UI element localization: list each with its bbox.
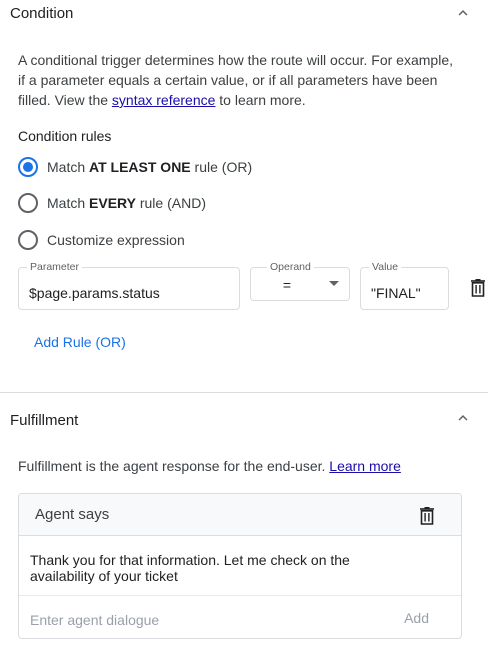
radio-match-at-least-one[interactable]: Match AT LEAST ONE rule (OR) bbox=[18, 155, 252, 179]
value-label: Value bbox=[369, 261, 402, 273]
chevron-up-icon[interactable] bbox=[454, 4, 472, 22]
value-value: "FINAL" bbox=[371, 285, 421, 301]
radio-unchecked-icon[interactable] bbox=[18, 230, 38, 250]
fulfillment-title: Fulfillment bbox=[10, 412, 79, 429]
card-divider bbox=[19, 595, 461, 596]
fulfillment-description: Fulfillment is the agent response for th… bbox=[18, 458, 401, 474]
dropdown-arrow-icon bbox=[329, 281, 339, 286]
radio-checked-icon[interactable] bbox=[18, 157, 38, 177]
agent-message[interactable]: Thank you for that information. Let me c… bbox=[30, 552, 450, 584]
condition-rules-heading: Condition rules bbox=[18, 128, 112, 144]
radio-match-every[interactable]: Match EVERY rule (AND) bbox=[18, 191, 206, 215]
syntax-reference-link[interactable]: syntax reference bbox=[112, 92, 216, 108]
operand-label: Operand bbox=[267, 261, 314, 273]
section-divider bbox=[0, 392, 488, 393]
operand-value: = bbox=[282, 277, 292, 293]
learn-more-link[interactable]: Learn more bbox=[329, 458, 401, 474]
radio-label: Customize expression bbox=[47, 232, 185, 248]
add-rule-button[interactable]: Add Rule (OR) bbox=[34, 334, 126, 350]
condition-header[interactable]: Condition bbox=[0, 0, 488, 28]
radio-label: Match EVERY rule (AND) bbox=[47, 195, 206, 211]
parameter-value: $page.params.status bbox=[29, 285, 160, 301]
agent-says-card: Agent says Thank you for that informatio… bbox=[18, 493, 462, 639]
operand-select[interactable]: Operand = bbox=[250, 261, 350, 301]
radio-customize-expression[interactable]: Customize expression bbox=[18, 228, 185, 252]
fulfillment-header[interactable]: Fulfillment bbox=[0, 405, 488, 433]
chevron-up-icon[interactable] bbox=[454, 409, 472, 427]
agent-says-header: Agent says bbox=[19, 494, 461, 536]
agent-says-title: Agent says bbox=[35, 506, 110, 523]
condition-title: Condition bbox=[10, 5, 74, 22]
agent-dialogue-input[interactable]: Enter agent dialogue bbox=[30, 612, 159, 628]
delete-rule-icon[interactable] bbox=[470, 279, 486, 297]
delete-agent-says-icon[interactable] bbox=[419, 507, 435, 525]
radio-label: Match AT LEAST ONE rule (OR) bbox=[47, 159, 253, 175]
add-dialogue-button[interactable]: Add bbox=[404, 610, 429, 626]
condition-description: A conditional trigger determines how the… bbox=[18, 52, 453, 108]
value-field[interactable]: Value "FINAL" bbox=[360, 261, 449, 310]
parameter-label: Parameter bbox=[27, 261, 83, 273]
radio-unchecked-icon[interactable] bbox=[18, 193, 38, 213]
parameter-field[interactable]: Parameter $page.params.status bbox=[18, 261, 240, 310]
